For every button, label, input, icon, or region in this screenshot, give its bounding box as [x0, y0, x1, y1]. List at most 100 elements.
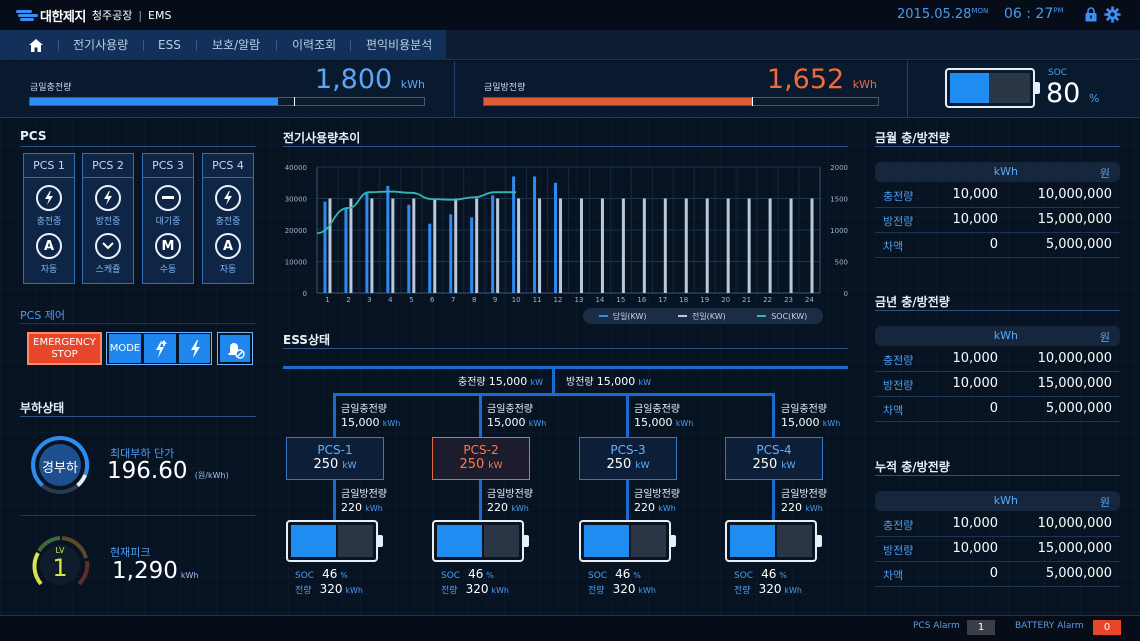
row-won: 5,000,000 [1045, 401, 1112, 416]
battery3-energy: 전량 320 kWh [588, 582, 656, 596]
x-tick-label: 7 [451, 296, 455, 304]
pcs-control-line [20, 323, 256, 324]
nav-item-ess[interactable]: ESS [158, 30, 181, 60]
bar-yesterday [621, 198, 625, 293]
battery4-energy: 전량 320 kWh [734, 582, 802, 596]
lock-icon[interactable] [1085, 7, 1097, 22]
table-row: 차액 0 5,000,000 [875, 562, 1120, 587]
manual-mode-icon: M [155, 233, 181, 259]
pcs-node-2[interactable]: PCS-2 250 kW [432, 437, 530, 480]
pcs-card-divider [24, 177, 74, 178]
battery-soc-unit: % [779, 571, 787, 580]
charge-mode-button[interactable] [144, 334, 176, 363]
bus-line [552, 366, 555, 394]
today-discharge-number: 1,652 [766, 64, 845, 95]
pcs-card-3[interactable]: PCS 3 대기중 M 수동 [142, 153, 194, 284]
bar-today [491, 195, 495, 293]
x-tick-label: 19 [700, 296, 709, 304]
unit3-charge-readout: 금일충전량 15,000 kWh [634, 403, 693, 430]
row-kwh: 10,000 [952, 516, 999, 531]
row-label: 차액 [883, 569, 904, 582]
battery1-soc: SOC 46 % [295, 567, 348, 581]
unit-discharge-unit: kWh [365, 504, 383, 513]
total-discharge-value: 15,000 [596, 375, 636, 388]
row-won: 15,000,000 [1037, 376, 1112, 391]
x-tick-label: 20 [721, 296, 730, 304]
battery-2 [432, 520, 529, 562]
battery-fill [584, 525, 629, 557]
x-tick-label: 1 [325, 296, 329, 304]
summary-divider [907, 61, 908, 117]
row-label: 충전량 [883, 354, 914, 367]
battery-empty [338, 525, 373, 557]
pcs-card-name: PCS 1 [33, 159, 65, 172]
pcs-node-name: PCS-2 [463, 443, 499, 457]
battery-soc-unit: % [633, 571, 641, 580]
row-kwh: 10,000 [952, 541, 999, 556]
discharge-mode-button[interactable] [179, 334, 210, 363]
nav-item-usage[interactable]: 전기사용량 [73, 30, 128, 60]
battery-soc-label: SOC [441, 571, 461, 581]
battery-energy-value: 320 [612, 582, 636, 596]
nav-item-history[interactable]: 이력조회 [292, 30, 336, 60]
nav-divider [58, 40, 59, 51]
battery-energy-unit: kWh [491, 586, 509, 595]
pcs-node-name: PCS-3 [610, 443, 646, 457]
date-text: 2015.05.28 [897, 7, 972, 22]
unit-charge-unit: kWh [382, 419, 401, 428]
battery-alarm-label: BATTERY Alarm [1015, 621, 1084, 631]
pcs-card-1[interactable]: PCS 1 충전중 A 자동 [23, 153, 75, 284]
x-tick-label: 12 [554, 296, 563, 304]
emergency-stop-button[interactable]: EMERGENCY STOP [27, 332, 102, 365]
bar-today [554, 182, 558, 293]
total-charge-unit: kW [530, 378, 544, 387]
today-charge-number: 1,800 [314, 64, 393, 95]
row-won: 10,000,000 [1037, 351, 1112, 366]
nav-item-protection-alarm[interactable]: 보호/알람 [212, 30, 260, 60]
current-peak-value: 1,290 kWh [112, 558, 198, 584]
bolt-icon [36, 185, 62, 211]
summary-divider [454, 61, 455, 117]
schedule-off-button[interactable] [217, 332, 253, 365]
pcs-card-divider [143, 177, 193, 178]
peak-level-value: 1 [52, 554, 68, 582]
bar-yesterday [475, 198, 479, 293]
soc-battery-empty [989, 73, 1030, 103]
today-discharge-bar-fill [484, 98, 752, 105]
unit-charge-unit: kWh [528, 419, 547, 428]
battery-energy-value: 320 [319, 582, 343, 596]
pcs-node-1[interactable]: PCS-1 250 kW [286, 437, 384, 480]
soc-battery-cap [1035, 82, 1040, 94]
pcs-node-power-value: 250 [459, 457, 485, 472]
bolt-icon [95, 185, 121, 211]
row-won: 10,000,000 [1037, 516, 1112, 531]
minus-icon [155, 185, 181, 211]
home-button[interactable] [20, 30, 52, 60]
nav-item-cost-benefit[interactable]: 편익비용분석 [366, 30, 432, 60]
unit-discharge-value: 220 [781, 501, 802, 514]
max-load-price-number: 196.60 [107, 458, 188, 484]
load-section-line [20, 416, 256, 417]
pcs-alarm-count[interactable]: 1 [967, 620, 995, 635]
x-tick-label: 11 [533, 296, 542, 304]
unit-charge-unit: kWh [822, 419, 841, 428]
row-label: 차액 [883, 404, 904, 417]
battery-soc-label: SOC [295, 571, 315, 581]
mode-button[interactable]: MODE [109, 334, 141, 363]
yearly-table-line [875, 310, 1120, 311]
unit-discharge-value: 220 [341, 501, 362, 514]
battery-energy-unit: kWh [784, 586, 802, 595]
gear-icon[interactable] [1104, 6, 1121, 23]
pcs-alarm-label: PCS Alarm [913, 621, 960, 631]
pcs-node-4[interactable]: PCS-4 250 kW [725, 437, 823, 480]
pcs-card-4[interactable]: PCS 4 충전중 A 자동 [202, 153, 254, 284]
battery-soc-value: 46 [761, 567, 777, 581]
pcs-card-name: PCS 3 [152, 159, 184, 172]
row-won: 5,000,000 [1045, 566, 1112, 581]
today-charge-bar-fill [30, 98, 279, 105]
battery-alarm-count[interactable]: 0 [1093, 620, 1121, 635]
pcs-card-2[interactable]: PCS 2 방전중 스케쥴 [82, 153, 134, 284]
pcs-node-3[interactable]: PCS-3 250 kW [579, 437, 677, 480]
schedule-off-button-inner [220, 335, 250, 362]
y2-tick-label: 1500 [830, 196, 848, 204]
